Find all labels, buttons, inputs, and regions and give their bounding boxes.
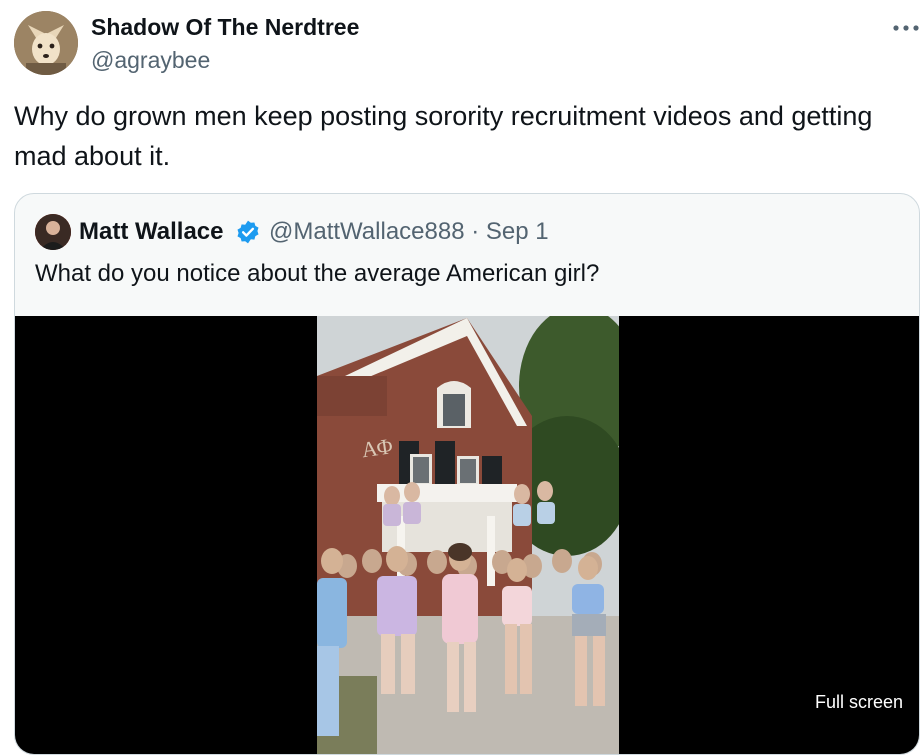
person-avatar-icon	[35, 214, 71, 250]
video-frame: ΑΦ	[317, 316, 619, 754]
quoted-text: What do you notice about the average Ame…	[35, 260, 600, 287]
verified-badge-icon	[235, 219, 261, 245]
quoted-tweet[interactable]: Matt Wallace @MattWallace888 · Sep 1 Wha…	[14, 193, 920, 755]
building-sign: ΑΦ	[360, 433, 394, 462]
quoted-name[interactable]: Matt Wallace	[79, 217, 223, 247]
author-avatar[interactable]	[14, 11, 78, 75]
fullscreen-button[interactable]: Full screen	[815, 690, 903, 714]
author-handle[interactable]: @agraybee	[91, 45, 210, 75]
fox-avatar-icon	[14, 11, 78, 75]
quoted-handle-date[interactable]: @MattWallace888 · Sep 1	[269, 217, 549, 247]
video-player[interactable]: ΑΦ Full screen	[15, 316, 919, 754]
ellipsis-icon[interactable]	[888, 12, 924, 42]
post-text: Why do grown men keep posting sorority r…	[14, 101, 873, 171]
author-name[interactable]: Shadow Of The Nerdtree	[91, 12, 359, 42]
quoted-avatar[interactable]	[35, 214, 71, 250]
